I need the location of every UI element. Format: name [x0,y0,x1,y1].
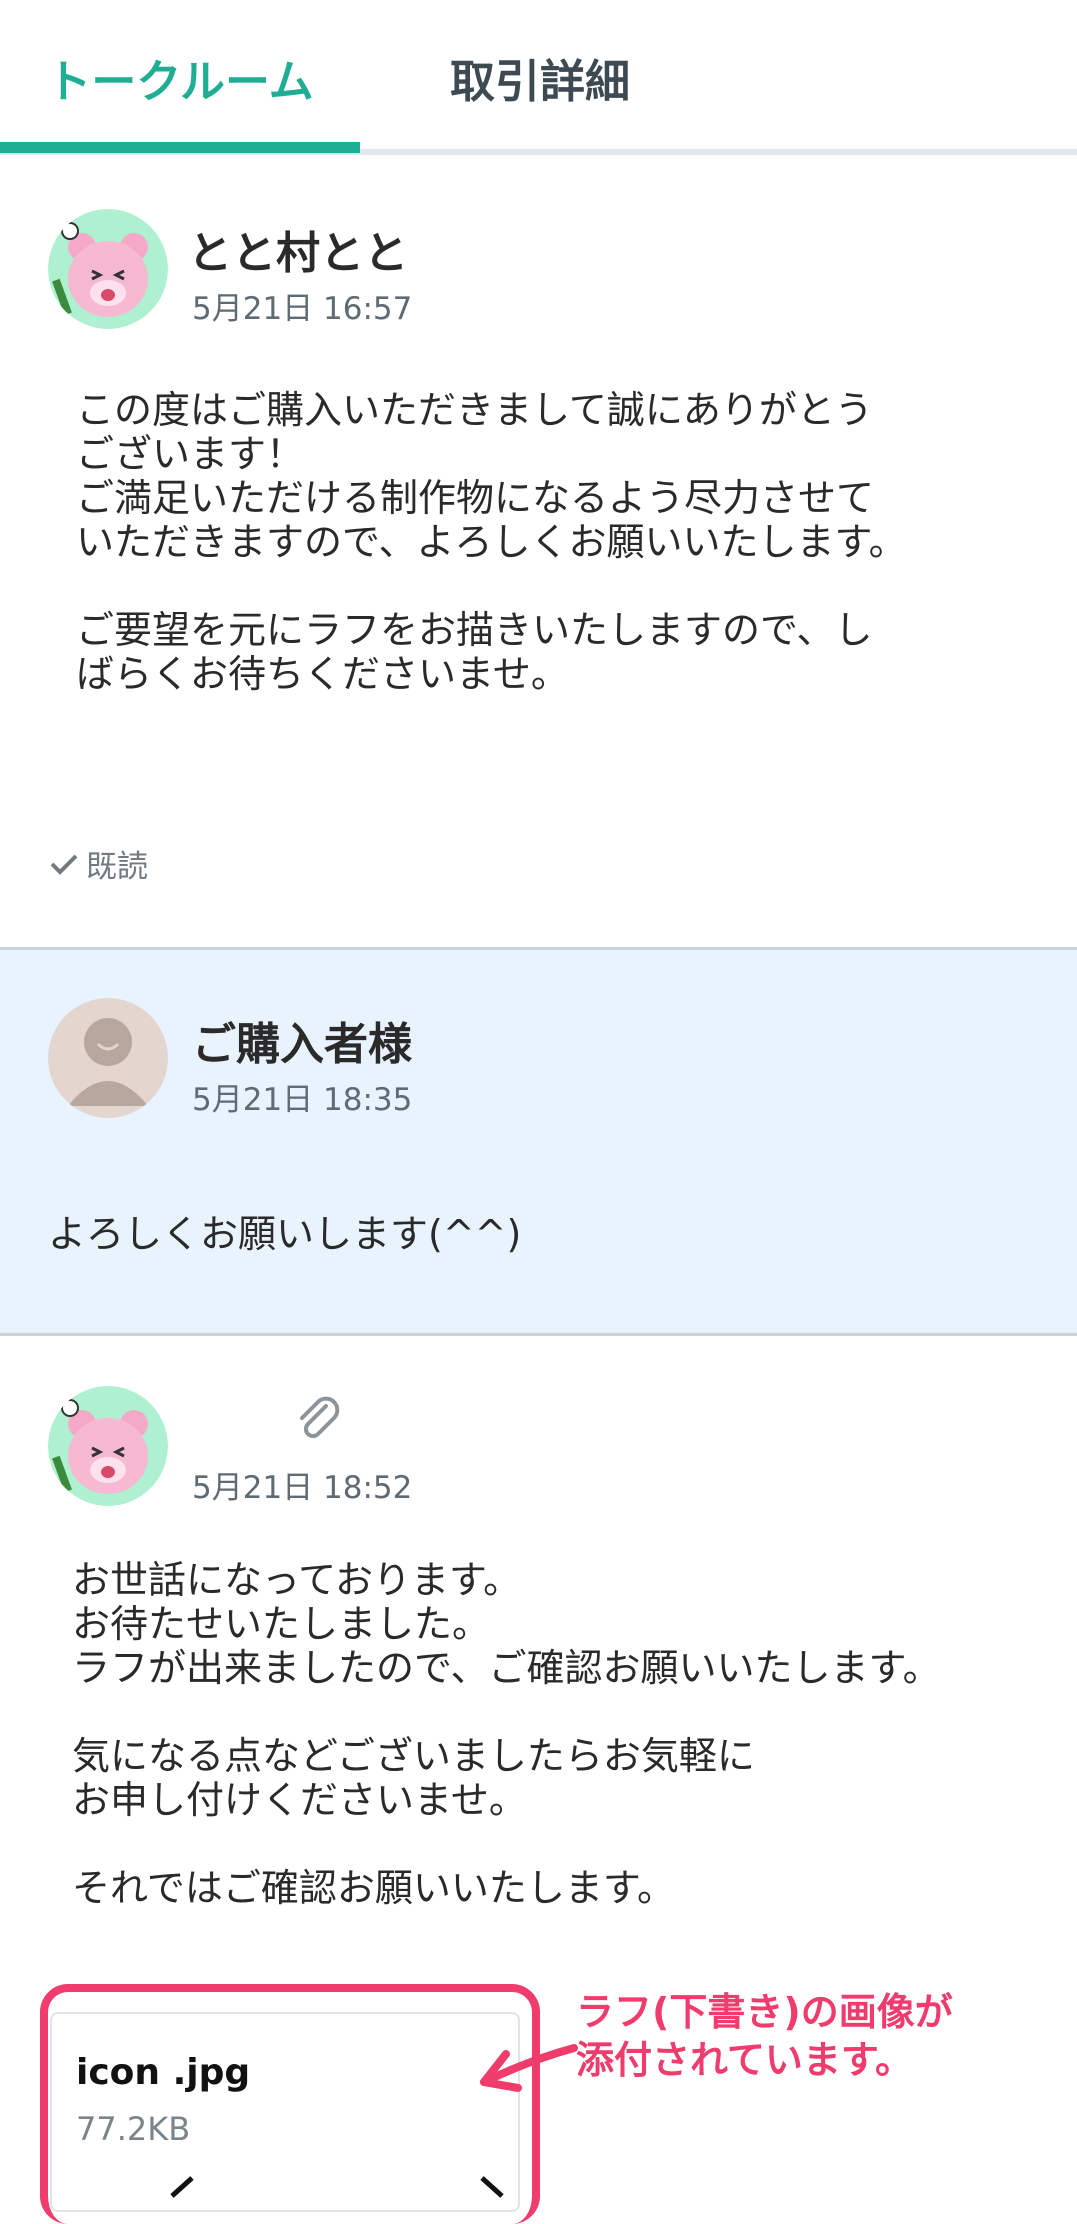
paperclip-icon [292,1394,346,1448]
tab-bar: トークルーム 取引詳細 [0,0,1077,155]
message-timestamp: 5月21日 16:57 [192,291,413,327]
read-label: 既読 [86,849,148,885]
annotation-arrow-icon [480,2044,578,2092]
tab-talkroom[interactable]: トークルーム [0,0,360,155]
sender-name: とと村とと [188,228,408,279]
check-icon [50,854,78,875]
message-timestamp: 5月21日 18:52 [192,1470,413,1506]
message-body: よろしくお願いします(^^) [48,1212,522,1256]
read-receipt: 既読 [48,841,148,886]
message-body: お世話になっております。 お待たせいたしました。 ラフが出来ましたので、ご確認お… [72,1558,941,1910]
annotation-text: ラフ(下書き)の画像が 添付されています。 [576,1990,953,2082]
pink-bear-avatar-icon[interactable] [48,1386,168,1506]
pink-bear-avatar-icon[interactable] [48,209,168,329]
sender-name: ご購入者様 [192,1019,412,1070]
active-tab-indicator [0,142,360,153]
annotation-highlight-box [40,1984,540,2224]
message-timestamp: 5月21日 18:35 [192,1082,413,1118]
tab-transaction-details[interactable]: 取引詳細 [360,0,720,155]
default-user-avatar-icon[interactable] [48,998,168,1118]
message-body: この度はご購入いただきまして誠にありがとう ございます！ ご満足いただける制作物… [76,388,907,696]
message-seller-1: とと村とと 5月21日 16:57 この度はご購入いただきまして誠にありがとう … [0,155,1077,948]
message-buyer: ご購入者様 5月21日 18:35 よろしくお願いします(^^) [0,950,1077,1334]
